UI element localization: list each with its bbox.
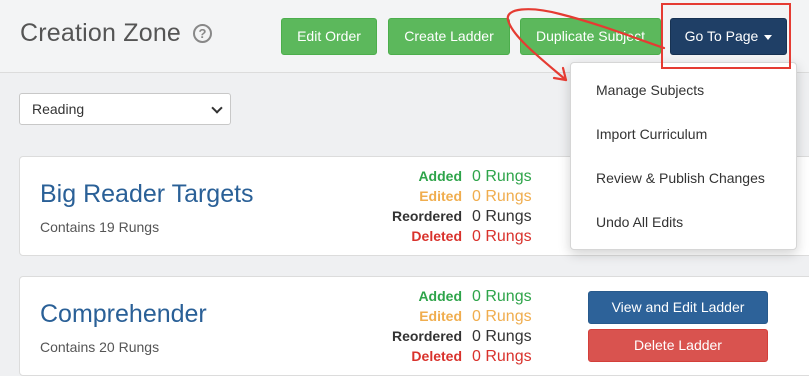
stat-value: 0 Rungs [472,348,532,365]
subject-select-value: Reading [32,101,85,117]
chevron-down-icon [211,102,223,114]
ladder-title[interactable]: Big Reader Targets [40,180,254,209]
ladder-card: Comprehender Contains 20 Rungs Added 0 R… [19,276,809,376]
stat-label: Deleted [411,348,462,364]
stat-deleted: Deleted [372,228,472,248]
ladder-rung-count: Contains 19 Rungs [40,219,160,235]
stat-added: Added [372,288,472,308]
stat-label: Deleted [411,228,462,244]
menu-item-review-publish[interactable]: Review & Publish Changes [596,170,765,186]
stat-value: 0 Rungs [472,328,532,345]
edit-order-button[interactable]: Edit Order [281,18,377,55]
page-title: Creation Zone [20,19,182,47]
menu-item-undo-all-edits[interactable]: Undo All Edits [596,214,683,230]
stat-added: Added [372,168,472,188]
go-to-page-dropdown: Manage Subjects Import Curriculum Review… [570,62,797,250]
stat-label: Edited [419,188,462,204]
delete-ladder-button[interactable]: Delete Ladder [588,329,768,362]
stat-edited: Edited [372,188,472,208]
stat-label: Added [418,288,462,304]
stat-value: 0 Rungs [472,188,532,205]
help-icon[interactable]: ? [193,24,212,43]
stat-label: Added [418,168,462,184]
duplicate-subject-button[interactable]: Duplicate Subject [520,18,661,55]
menu-item-import-curriculum[interactable]: Import Curriculum [596,126,707,142]
stat-value: 0 Rungs [472,228,532,245]
stat-value: 0 Rungs [472,288,532,305]
view-edit-ladder-button[interactable]: View and Edit Ladder [588,291,768,324]
stat-value: 0 Rungs [472,168,532,185]
stat-value: 0 Rungs [472,208,532,225]
annotation-highlight-box [661,3,791,69]
stat-value: 0 Rungs [472,308,532,325]
create-ladder-button[interactable]: Create Ladder [388,18,510,55]
stat-deleted: Deleted [372,348,472,368]
stat-reordered: Reordered [372,328,472,348]
stat-label: Reordered [391,208,462,224]
stat-reordered: Reordered [372,208,472,228]
ladder-rung-count: Contains 20 Rungs [40,339,160,355]
subject-select[interactable]: Reading [19,93,231,125]
ladder-title[interactable]: Comprehender [40,300,207,329]
stat-label: Reordered [391,328,462,344]
stat-edited: Edited [372,308,472,328]
stat-label: Edited [419,308,462,324]
menu-item-manage-subjects[interactable]: Manage Subjects [596,82,704,98]
